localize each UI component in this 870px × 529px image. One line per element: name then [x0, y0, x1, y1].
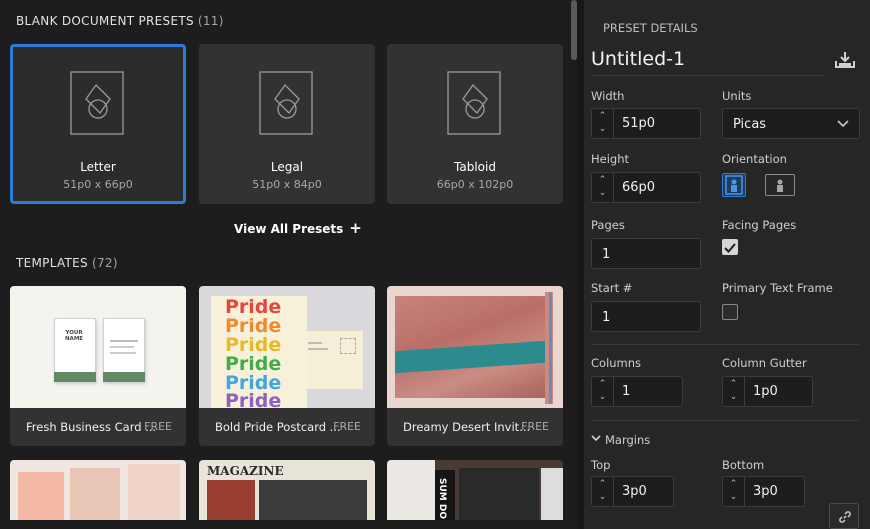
document-name-input[interactable]: Untitled-1 — [591, 48, 823, 76]
bottom-margin-label: Bottom — [722, 458, 765, 472]
template-price: FREE — [521, 420, 549, 433]
template-name: Dreamy Desert Invit... — [403, 420, 531, 434]
column-gutter-field[interactable]: ⌃ ⌄ 1p0 — [722, 376, 813, 407]
pages-label: Pages — [591, 218, 625, 232]
gutter-value: 1p0 — [753, 384, 778, 399]
preset-name: Tabloid — [454, 160, 496, 174]
columns-stepper-arrows[interactable]: ⌃ ⌄ — [592, 377, 614, 406]
template-desert-invitation[interactable]: Dreamy Desert Invit... FREE — [387, 286, 563, 446]
templates-section-title: TEMPLATES (72) — [16, 256, 118, 270]
top-margin-field[interactable]: ⌃ ⌄ 3p0 — [591, 476, 674, 507]
view-all-presets-link[interactable]: View All Presets + — [234, 219, 362, 237]
template-price: FREE — [333, 420, 361, 433]
portrait-icon — [725, 175, 743, 195]
pride-line-6: Pride — [225, 390, 282, 409]
columns-field[interactable]: ⌃ ⌄ 1 — [591, 376, 683, 407]
view-all-label: View All Presets — [234, 222, 344, 236]
width-stepper-arrows[interactable]: ⌃ ⌄ — [592, 109, 614, 138]
divider — [591, 420, 859, 421]
preset-tabloid[interactable]: Tabloid 66p0 x 102p0 — [387, 44, 563, 204]
chevron-down-icon — [591, 435, 601, 442]
columns-label: Columns — [591, 356, 642, 370]
template-thumbnail: YOUR NAME — [10, 286, 186, 408]
link-icon — [839, 511, 851, 523]
primary-text-frame-checkbox[interactable] — [722, 304, 738, 320]
preset-letter[interactable]: Letter 51p0 x 66p0 — [10, 44, 186, 204]
template-business-card[interactable]: YOUR NAME Fresh Business Card ... FREE — [10, 286, 186, 446]
sum-do-text: SUM DO — [437, 478, 447, 520]
facing-pages-label: Facing Pages — [722, 218, 797, 232]
template-thumbnail — [387, 286, 563, 408]
template-thumbnail: Pride Pride Pride Pride Pride Pride — [199, 286, 375, 408]
divider — [591, 344, 859, 345]
orientation-label: Orientation — [722, 152, 787, 166]
preset-name: Legal — [270, 160, 304, 174]
template-partial-3[interactable]: SUM DO — [387, 460, 563, 520]
preset-size: 66p0 x 102p0 — [436, 178, 514, 191]
magazine-title: MAGAZINE — [207, 464, 284, 478]
panel-divider — [577, 0, 584, 529]
presets-panel: BLANK DOCUMENT PRESETS (11) Letter 51p0 x… — [0, 0, 582, 529]
pride-line-3: Pride — [225, 334, 282, 356]
units-label: Units — [722, 89, 752, 103]
link-margins-button[interactable] — [829, 503, 859, 529]
width-field[interactable]: ⌃ ⌄ 51p0 — [591, 108, 701, 139]
top-margin-value: 3p0 — [622, 484, 647, 499]
height-stepper-arrows[interactable]: ⌃ ⌄ — [592, 173, 614, 202]
preset-details-header: PRESET DETAILS — [603, 21, 698, 35]
template-partial-magazine[interactable]: MAGAZINE — [199, 460, 375, 520]
checkmark-icon — [724, 243, 736, 253]
margins-label: Margins — [605, 433, 651, 447]
preset-size: 51p0 x 66p0 — [63, 178, 133, 191]
presets-title: BLANK DOCUMENT PRESETS — [16, 14, 194, 28]
bottom-margin-field[interactable]: ⌃ ⌄ 3p0 — [722, 476, 805, 507]
height-label: Height — [591, 152, 630, 166]
pride-line-1: Pride — [225, 296, 282, 318]
presets-section-title: BLANK DOCUMENT PRESETS (11) — [16, 14, 224, 28]
landscape-orientation-button[interactable] — [765, 174, 795, 196]
template-name: Fresh Business Card ... — [26, 420, 157, 434]
height-value: 66p0 — [622, 180, 656, 195]
facing-pages-checkbox[interactable] — [722, 239, 738, 255]
plus-icon: + — [349, 219, 362, 237]
card-name-text: YOUR NAME — [64, 330, 84, 342]
units-dropdown[interactable]: Picas — [722, 108, 860, 139]
width-value: 51p0 — [622, 116, 656, 131]
template-pride-postcard[interactable]: Pride Pride Pride Pride Pride Pride Bold… — [199, 286, 375, 446]
download-icon[interactable] — [834, 51, 856, 69]
template-partial-1[interactable] — [10, 460, 186, 520]
portrait-orientation-button[interactable] — [722, 173, 746, 197]
document-preset-icon — [259, 71, 313, 135]
pages-input[interactable]: 1 — [591, 238, 701, 269]
preset-size: 51p0 x 84p0 — [252, 178, 322, 191]
width-label: Width — [591, 89, 625, 103]
template-price: FREE — [144, 420, 172, 433]
column-gutter-label: Column Gutter — [722, 356, 807, 370]
templates-title: TEMPLATES — [16, 256, 88, 270]
start-number-input[interactable]: 1 — [591, 301, 701, 332]
primary-text-frame-label: Primary Text Frame — [722, 281, 833, 295]
preset-legal[interactable]: Legal 51p0 x 84p0 — [199, 44, 375, 204]
units-value: Picas — [733, 117, 767, 132]
preset-name: Letter — [80, 160, 116, 174]
start-number-label: Start # — [591, 281, 633, 295]
top-stepper-arrows[interactable]: ⌃ ⌄ — [592, 477, 614, 506]
landscape-icon — [777, 179, 783, 192]
columns-value: 1 — [622, 384, 631, 399]
template-name: Bold Pride Postcard ... — [215, 420, 341, 434]
document-preset-icon — [447, 71, 501, 135]
top-margin-label: Top — [591, 458, 611, 472]
presets-count: (11) — [197, 14, 224, 28]
bottom-stepper-arrows[interactable]: ⌃ ⌄ — [723, 477, 745, 506]
pride-line-2: Pride — [225, 315, 282, 337]
height-field[interactable]: ⌃ ⌄ 66p0 — [591, 172, 701, 203]
pride-line-4: Pride — [225, 353, 282, 375]
templates-count: (72) — [91, 256, 118, 270]
document-preset-icon — [70, 71, 124, 135]
chevron-down-icon — [837, 120, 849, 128]
gutter-stepper-arrows[interactable]: ⌃ ⌄ — [723, 377, 745, 406]
bottom-margin-value: 3p0 — [753, 484, 778, 499]
